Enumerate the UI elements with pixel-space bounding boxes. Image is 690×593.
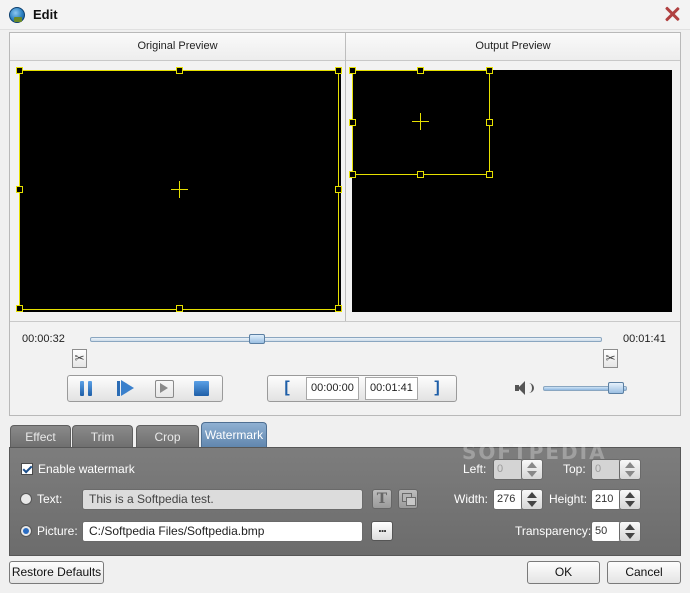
watermark-handle[interactable] bbox=[349, 171, 356, 178]
original-video[interactable] bbox=[16, 67, 342, 312]
tab-crop[interactable]: Crop bbox=[136, 425, 199, 448]
window-title: Edit bbox=[33, 7, 58, 22]
left-label: Left: bbox=[463, 462, 487, 476]
crop-handle[interactable] bbox=[176, 305, 183, 312]
play-icon[interactable] bbox=[114, 379, 136, 398]
crop-handle[interactable] bbox=[176, 67, 183, 74]
height-field[interactable]: 210 bbox=[591, 489, 621, 510]
scissors-icon[interactable]: ✂ bbox=[603, 349, 618, 368]
set-end-button[interactable]: ] bbox=[418, 376, 456, 401]
ok-button[interactable]: OK bbox=[527, 561, 600, 584]
scissors-icon[interactable]: ✂ bbox=[72, 349, 87, 368]
browse-button[interactable]: ... bbox=[371, 521, 393, 541]
transparency-field[interactable]: 50 bbox=[591, 521, 621, 542]
width-field[interactable]: 276 bbox=[493, 489, 523, 510]
tab-effect[interactable]: Effect bbox=[10, 425, 71, 448]
picture-path-input[interactable]: C:/Softpedia Files/Softpedia.bmp bbox=[82, 521, 363, 542]
watermark-handle[interactable] bbox=[349, 67, 356, 74]
trim-range-controls: [ 00:00:00 00:01:41 ] bbox=[267, 375, 457, 402]
text-label: Text: bbox=[37, 492, 63, 506]
watermark-handle[interactable] bbox=[349, 119, 356, 126]
original-preview-header: Original Preview bbox=[10, 33, 345, 61]
width-spinner[interactable] bbox=[521, 489, 543, 510]
watermark-text-input[interactable]: This is a Softpedia test. bbox=[82, 489, 363, 510]
cancel-button[interactable]: Cancel bbox=[607, 561, 681, 584]
watermark-handle[interactable] bbox=[486, 171, 493, 178]
enable-watermark-checkbox[interactable] bbox=[21, 463, 33, 475]
set-start-button[interactable]: [ bbox=[268, 376, 306, 401]
seek-bar[interactable] bbox=[90, 337, 602, 342]
layers-icon[interactable] bbox=[398, 489, 418, 509]
height-label: Height: bbox=[549, 492, 588, 506]
stop-icon[interactable] bbox=[191, 379, 213, 398]
transparency-spinner[interactable] bbox=[619, 521, 641, 542]
top-field[interactable]: 0 bbox=[591, 459, 621, 480]
crop-handle[interactable] bbox=[16, 186, 23, 193]
output-video[interactable] bbox=[349, 67, 672, 312]
watermark-handle[interactable] bbox=[417, 171, 424, 178]
volume-thumb[interactable] bbox=[607, 382, 624, 394]
watermark-handle[interactable] bbox=[486, 119, 493, 126]
close-icon[interactable] bbox=[664, 6, 680, 22]
preview-panel: Original Preview Output Preview 00:00:32… bbox=[9, 32, 681, 416]
watermark-handle[interactable] bbox=[417, 67, 424, 74]
picture-label: Picture: bbox=[37, 524, 78, 538]
transparency-label: Transparency: bbox=[515, 524, 592, 538]
crop-handle[interactable] bbox=[335, 186, 342, 193]
tab-trim[interactable]: Trim bbox=[72, 425, 133, 448]
left-spinner[interactable] bbox=[521, 459, 543, 480]
enable-watermark-label: Enable watermark bbox=[38, 462, 135, 476]
title-bar: Edit bbox=[0, 0, 690, 30]
next-frame-icon[interactable] bbox=[153, 379, 175, 398]
crop-handle[interactable] bbox=[335, 305, 342, 312]
height-spinner[interactable] bbox=[619, 489, 641, 510]
seek-thumb[interactable] bbox=[248, 334, 265, 344]
text-font-icon[interactable]: T bbox=[372, 489, 392, 509]
crosshair-icon bbox=[412, 113, 429, 130]
restore-defaults-button[interactable]: Restore Defaults bbox=[9, 561, 104, 584]
crosshair-icon bbox=[171, 181, 188, 198]
panel-separator bbox=[10, 321, 680, 322]
total-time: 00:01:41 bbox=[623, 333, 666, 345]
crop-handle[interactable] bbox=[16, 67, 23, 74]
picture-radio[interactable] bbox=[20, 525, 32, 537]
crop-handle[interactable] bbox=[16, 305, 23, 312]
output-preview-header: Output Preview bbox=[346, 33, 680, 61]
top-label: Top: bbox=[563, 462, 586, 476]
crop-handle[interactable] bbox=[335, 67, 342, 74]
top-spinner[interactable] bbox=[619, 459, 641, 480]
tab-watermark[interactable]: Watermark bbox=[201, 422, 267, 448]
text-radio[interactable] bbox=[20, 493, 32, 505]
pause-icon[interactable] bbox=[75, 379, 97, 398]
left-field[interactable]: 0 bbox=[493, 459, 523, 480]
current-time: 00:00:32 bbox=[22, 333, 65, 345]
width-label: Width: bbox=[454, 492, 489, 506]
pane-divider bbox=[345, 33, 346, 321]
video-editor-icon bbox=[9, 7, 25, 23]
end-time-field[interactable]: 00:01:41 bbox=[365, 377, 418, 400]
start-time-field[interactable]: 00:00:00 bbox=[306, 377, 359, 400]
playback-controls bbox=[67, 375, 223, 402]
watermark-handle[interactable] bbox=[486, 67, 493, 74]
